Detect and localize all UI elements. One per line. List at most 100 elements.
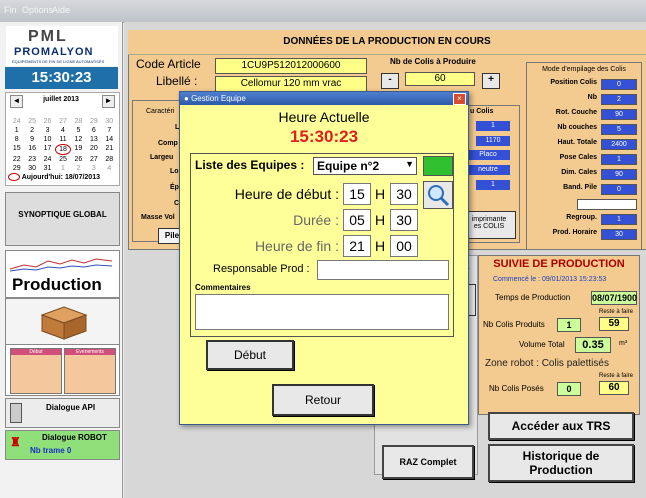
colis-header: u Colis xyxy=(470,108,494,115)
calendar-day[interactable]: 13 xyxy=(86,135,101,144)
mode-row-label: Position Colis xyxy=(550,79,597,86)
menu-bar: Fin Options Aide xyxy=(0,0,646,23)
menu-fin[interactable]: Fin xyxy=(4,5,17,15)
debut-tab: Début xyxy=(10,348,62,394)
calendar-day[interactable]: 2 xyxy=(24,126,39,135)
poses-value: 0 xyxy=(557,382,581,396)
nb-colis-minus-button[interactable]: - xyxy=(381,73,399,89)
calendar-day[interactable]: 27 xyxy=(55,117,70,126)
acceder-trs-button[interactable]: Accéder aux TRS xyxy=(488,412,634,440)
synoptique-button[interactable]: SYNOPTIQUE GLOBAL xyxy=(5,192,120,246)
calendar-month: juillet 2013 xyxy=(43,96,79,103)
responsable-field[interactable] xyxy=(317,260,449,280)
calendar-today[interactable]: Aujourd'hui: 18/07/2013 xyxy=(8,173,100,181)
mode-row: Nb couches 5 xyxy=(527,124,641,135)
calendar-day[interactable]: 14 xyxy=(102,135,117,144)
calendar-day[interactable]: 4 xyxy=(55,126,70,135)
calendar-day[interactable]: 20 xyxy=(86,144,101,153)
close-icon[interactable]: × xyxy=(453,93,466,105)
colis-val-0: 1 xyxy=(476,121,510,131)
calendar-day[interactable]: 3 xyxy=(40,126,55,135)
debut-button[interactable]: Début xyxy=(206,340,294,370)
calendar-day[interactable]: 31 xyxy=(40,164,55,173)
calendar-day[interactable]: 15 xyxy=(9,144,24,153)
calendar-day[interactable]: 25 xyxy=(55,155,70,164)
dialogue-api-button[interactable]: Dialogue API xyxy=(5,398,120,428)
menu-options[interactable]: Options xyxy=(22,5,53,15)
calendar-day[interactable]: 22 xyxy=(9,155,24,164)
calendar-day[interactable]: 30 xyxy=(102,117,117,126)
calendar-day[interactable]: 16 xyxy=(24,144,39,153)
production-label: Production xyxy=(12,275,102,294)
raz-complet-button[interactable]: RAZ Complet xyxy=(382,445,474,479)
calendar-day[interactable]: 29 xyxy=(9,164,24,173)
mode-row-label: Nb couches xyxy=(557,124,597,131)
logo-brand: PROMALYON xyxy=(14,46,94,58)
heure-debut-m-field[interactable]: 30 xyxy=(390,183,418,205)
calendar-day[interactable]: 27 xyxy=(86,155,101,164)
print-colis-button[interactable]: imprimante es COLIS xyxy=(462,211,516,239)
calendar-day[interactable]: 4 xyxy=(102,164,117,173)
calendar-day[interactable]: 2 xyxy=(71,164,86,173)
calendar-day[interactable]: 7 xyxy=(102,126,117,135)
nb-colis-value[interactable]: 60 xyxy=(405,72,475,86)
mode-row: Haut. Totale 2400 xyxy=(527,139,641,150)
calendar-day[interactable]: 26 xyxy=(40,117,55,126)
calendar-next-button[interactable]: ► xyxy=(102,95,115,108)
journal-button[interactable]: Début Evenements xyxy=(5,344,120,396)
commentaires-textarea[interactable] xyxy=(195,294,449,330)
heure-fin-m-field[interactable]: 00 xyxy=(390,235,418,257)
mode-row-value xyxy=(577,199,637,210)
mode-empilage-panel: Mode d'empilage des Colis Position Colis… xyxy=(526,62,642,250)
calendar-day[interactable]: 24 xyxy=(9,117,24,126)
heure-fin-h-field[interactable]: 21 xyxy=(343,235,371,257)
trend-chart-icon xyxy=(10,258,113,272)
search-button[interactable] xyxy=(423,181,453,209)
calendar-day[interactable]: 28 xyxy=(102,155,117,164)
dialogue-robot-button[interactable]: ♜ Dialogue ROBOT Nb trame 0 xyxy=(5,430,120,460)
calendar-day[interactable]: 18 xyxy=(55,144,71,155)
calendar-day[interactable]: 10 xyxy=(40,135,55,144)
char-label-2: Comp xyxy=(158,140,178,147)
calendar-day[interactable]: 11 xyxy=(55,135,70,144)
menu-aide[interactable]: Aide xyxy=(52,5,70,15)
colis-reste-value: 59 xyxy=(599,317,629,331)
heure-debut-h-field[interactable]: 15 xyxy=(343,183,371,205)
calendar-day[interactable]: 26 xyxy=(71,155,86,164)
calendar-day[interactable]: 30 xyxy=(24,164,39,173)
code-article-value: 1CU9P512012000600 xyxy=(215,58,367,74)
calendar-day[interactable]: 8 xyxy=(9,135,24,144)
mode-row-label: Band. Pile xyxy=(563,184,597,191)
calendar-day[interactable]: 3 xyxy=(86,164,101,173)
calendar-day[interactable]: 9 xyxy=(24,135,39,144)
retour-button[interactable]: Retour xyxy=(272,384,374,416)
char-label-5: Ép xyxy=(170,184,179,191)
nb-colis-plus-button[interactable]: + xyxy=(482,73,500,89)
calendar-day[interactable]: 25 xyxy=(24,117,39,126)
calendar-day[interactable]: 17 xyxy=(40,144,55,153)
suivi-title: SUIVIE DE PRODUCTION xyxy=(493,258,625,270)
calendar-day[interactable]: 21 xyxy=(102,144,117,153)
evenements-tab-label: Evenements xyxy=(65,349,115,355)
box-button[interactable] xyxy=(5,298,120,346)
calendar-day[interactable]: 12 xyxy=(71,135,86,144)
calendar-day[interactable]: 23 xyxy=(24,155,39,164)
duree-m-field[interactable]: 30 xyxy=(390,209,418,231)
mode-row: Band. Pile 0 xyxy=(527,184,641,195)
calendar-day[interactable]: 1 xyxy=(55,164,70,173)
calendar-prev-button[interactable]: ◄ xyxy=(10,95,23,108)
calendar-day[interactable]: 24 xyxy=(40,155,55,164)
chevron-down-icon[interactable]: ▼ xyxy=(405,159,414,169)
dialog-titlebar[interactable]: ● Gestion Equipe × xyxy=(180,92,468,105)
calendar-day[interactable]: 5 xyxy=(71,126,86,135)
calendar-day[interactable]: 1 xyxy=(9,126,24,135)
api-icon xyxy=(10,403,22,423)
calendar-day[interactable]: 19 xyxy=(71,144,86,153)
equipe-select[interactable]: Equipe n°2 ▼ xyxy=(313,157,417,175)
production-button[interactable]: Production xyxy=(5,250,120,298)
calendar-day[interactable]: 6 xyxy=(86,126,101,135)
calendar-day[interactable]: 28 xyxy=(71,117,86,126)
duree-h-field[interactable]: 05 xyxy=(343,209,371,231)
calendar-day[interactable]: 29 xyxy=(86,117,101,126)
historique-production-button[interactable]: Historique de Production xyxy=(488,444,634,482)
